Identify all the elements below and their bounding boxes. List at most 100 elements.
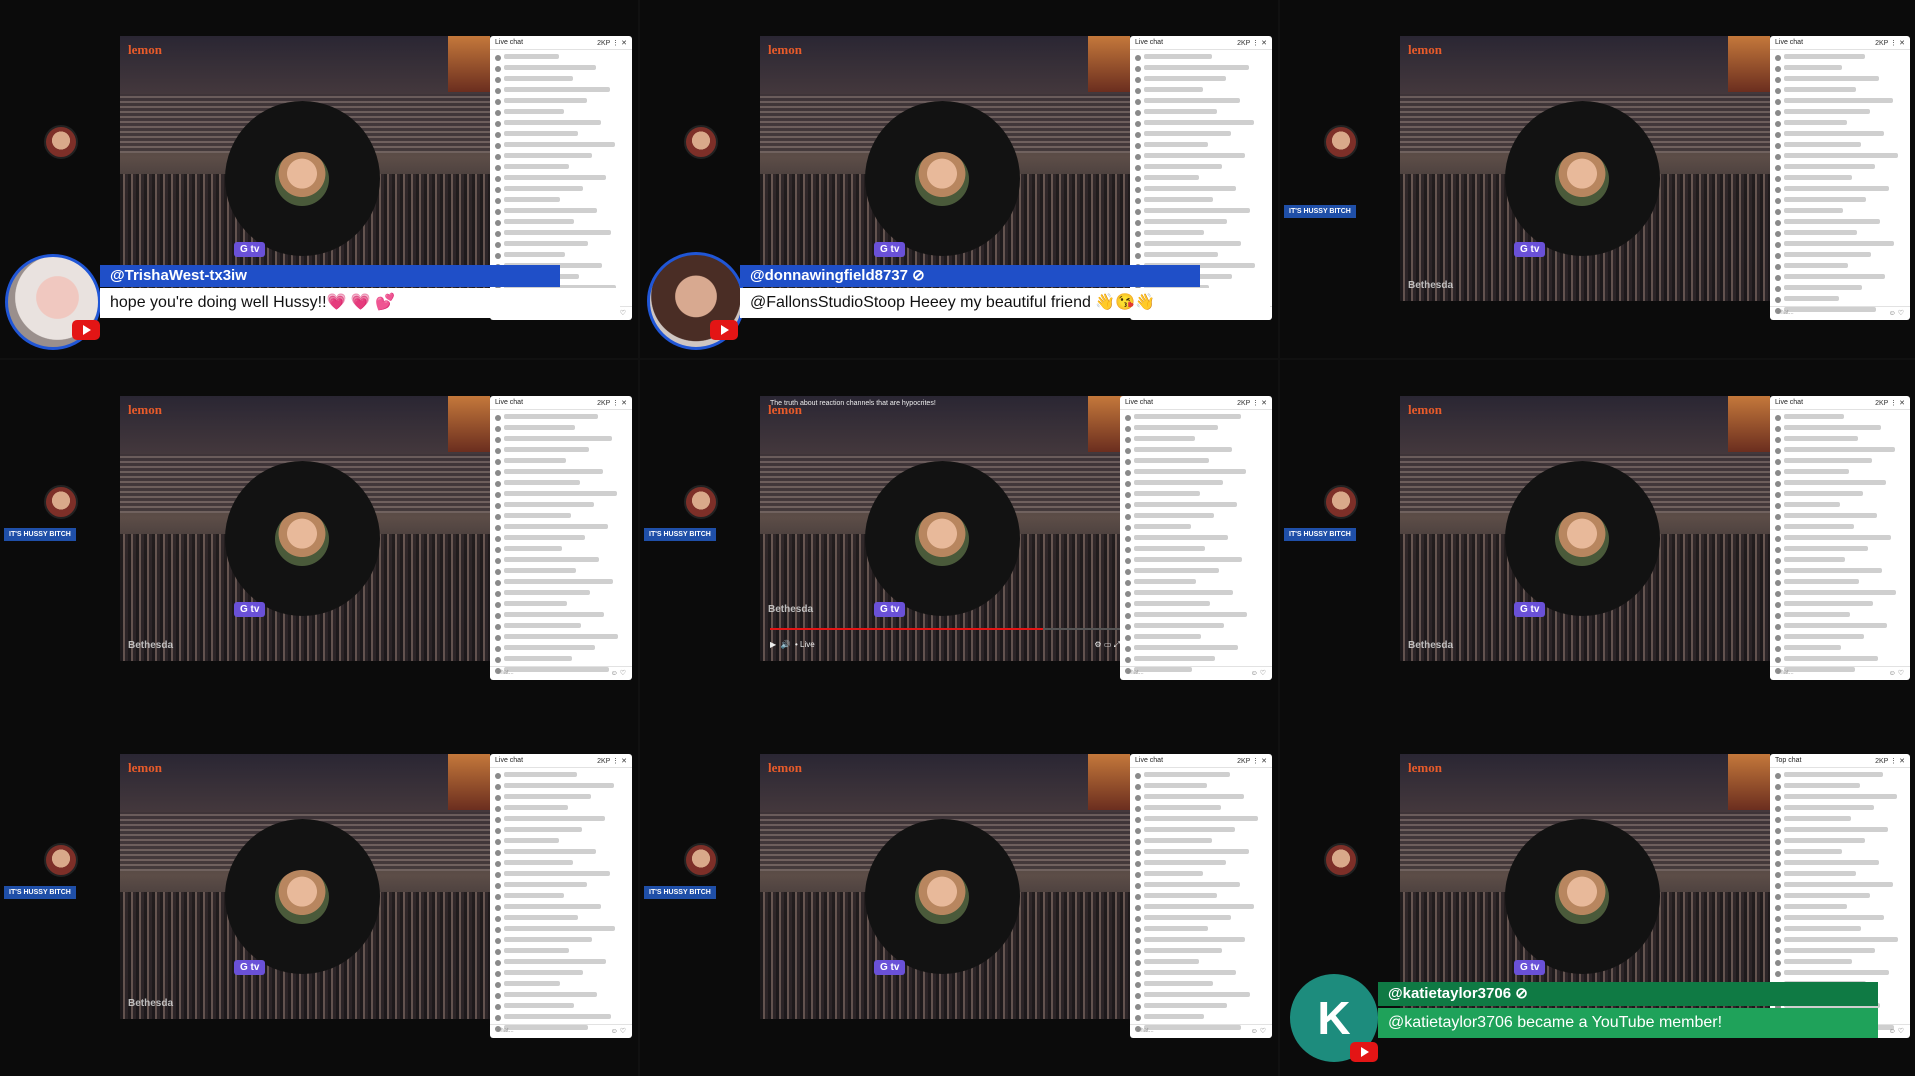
chat-messages bbox=[1120, 410, 1272, 680]
chat-header-actions[interactable]: 2KP ⋮ ✕ bbox=[597, 39, 627, 47]
chat-header-actions[interactable]: 2KP ⋮ ✕ bbox=[1237, 757, 1267, 765]
chat-mode-label[interactable]: Live chat bbox=[1135, 757, 1163, 764]
chat-input[interactable]: Chat...☺ ♡ bbox=[1130, 1024, 1272, 1038]
chat-message-text bbox=[1784, 447, 1895, 452]
live-chat-panel[interactable]: Live chat 2KP ⋮ ✕ Chat...☺ ♡ bbox=[1130, 754, 1272, 1038]
video-player[interactable]: lemon G tv Bethesda bbox=[120, 754, 490, 1019]
chat-user-avatar bbox=[1775, 657, 1781, 663]
brand-logo: lemon bbox=[1408, 760, 1442, 775]
video-player[interactable]: lemon G tv Bethesda bbox=[1400, 396, 1770, 661]
emoji-icon[interactable]: ☺ ♡ bbox=[611, 1027, 626, 1035]
chat-message-row bbox=[1775, 783, 1905, 790]
chat-header-actions[interactable]: 2KP ⋮ ✕ bbox=[1875, 757, 1905, 765]
chat-input[interactable]: Chat...☺ ♡ bbox=[490, 666, 632, 680]
chat-user-avatar bbox=[1775, 883, 1781, 889]
stream-grid: lemon G tv Live chat 2KP ⋮ ✕ Chat...☺ ♡ … bbox=[0, 0, 1915, 1076]
play-controls[interactable]: ▶ 🔊 • Live bbox=[770, 640, 815, 649]
chat-header[interactable]: Live chat 2KP ⋮ ✕ bbox=[490, 754, 632, 768]
chat-header-actions[interactable]: 2KP ⋮ ✕ bbox=[1237, 399, 1267, 407]
chat-user-avatar bbox=[1135, 817, 1141, 823]
live-chat-panel[interactable]: Live chat 2KP ⋮ ✕ Chat...☺ ♡ bbox=[1770, 396, 1910, 680]
emoji-icon[interactable]: ☺ ♡ bbox=[1889, 309, 1904, 317]
chat-input[interactable]: Chat...☺ ♡ bbox=[1770, 306, 1910, 320]
chat-header-actions[interactable]: 2KP ⋮ ✕ bbox=[1237, 39, 1267, 47]
emoji-icon[interactable]: ☺ ♡ bbox=[1889, 669, 1904, 677]
bethesda-watermark: Bethesda bbox=[768, 604, 814, 615]
video-player[interactable]: lemon G tv Bethesda bbox=[120, 396, 490, 661]
chat-header[interactable]: Live chat 2KP ⋮ ✕ bbox=[490, 396, 632, 410]
player-controls[interactable]: ▶ 🔊 • Live ⚙ ▭ ⤢ bbox=[760, 622, 1130, 661]
chat-message-text bbox=[1134, 524, 1191, 529]
chat-message-row bbox=[1775, 959, 1905, 966]
chat-header[interactable]: Live chat 2KP ⋮ ✕ bbox=[1120, 396, 1272, 410]
chat-header[interactable]: Top chat 2KP ⋮ ✕ bbox=[1770, 754, 1910, 768]
live-chat-panel[interactable]: Live chat 2KP ⋮ ✕ Chat...☺ ♡ bbox=[490, 754, 632, 1038]
progress-bar[interactable] bbox=[770, 628, 1120, 630]
chat-header[interactable]: Live chat 2KP ⋮ ✕ bbox=[490, 36, 632, 50]
chat-message-row bbox=[1775, 612, 1905, 619]
chat-input[interactable]: Chat...☺ ♡ bbox=[1120, 666, 1272, 680]
chat-user-avatar bbox=[495, 1004, 501, 1010]
chat-mode-label[interactable]: Live chat bbox=[1125, 399, 1153, 406]
chat-message-text bbox=[504, 557, 599, 562]
chat-user-avatar bbox=[1135, 77, 1141, 83]
chat-user-avatar bbox=[495, 154, 501, 160]
chat-message-text bbox=[504, 425, 575, 430]
chat-message-row bbox=[495, 480, 627, 487]
emoji-icon[interactable]: ☺ ♡ bbox=[1889, 1027, 1904, 1035]
chat-input[interactable]: Chat...☺ ♡ bbox=[490, 1024, 632, 1038]
chat-message-row bbox=[1775, 65, 1905, 72]
chat-user-avatar bbox=[1125, 481, 1131, 487]
chat-header-actions[interactable]: 2KP ⋮ ✕ bbox=[597, 757, 627, 765]
chat-user-avatar bbox=[1135, 839, 1141, 845]
chat-mode-label[interactable]: Top chat bbox=[1775, 757, 1801, 764]
chat-message-row bbox=[495, 772, 627, 779]
settings-controls[interactable]: ⚙ ▭ ⤢ bbox=[1094, 640, 1120, 650]
chat-header[interactable]: Live chat 2KP ⋮ ✕ bbox=[1770, 396, 1910, 410]
youtube-logo-icon bbox=[1350, 1042, 1378, 1062]
chat-mode-label[interactable]: Live chat bbox=[495, 39, 523, 46]
chat-message-row bbox=[1135, 871, 1267, 878]
chat-mode-label[interactable]: Live chat bbox=[495, 399, 523, 406]
chat-message-text bbox=[504, 882, 587, 887]
chat-input[interactable]: Chat...☺ ♡ bbox=[1770, 666, 1910, 680]
chat-user-avatar bbox=[1775, 66, 1781, 72]
chat-mode-label[interactable]: Live chat bbox=[1135, 39, 1163, 46]
chat-mode-label[interactable]: Live chat bbox=[1775, 39, 1803, 46]
chat-user-avatar bbox=[1775, 297, 1781, 303]
streamer-avatar bbox=[275, 152, 329, 206]
emoji-icon[interactable]: ☺ ♡ bbox=[1251, 669, 1266, 677]
chat-message-row bbox=[495, 524, 627, 531]
chat-message-text bbox=[1144, 186, 1236, 191]
chat-message-row bbox=[1775, 197, 1905, 204]
chat-messages bbox=[1130, 768, 1272, 1038]
live-chat-panel[interactable]: Live chat 2KP ⋮ ✕ Chat...☺ ♡ bbox=[1770, 36, 1910, 320]
video-player[interactable]: lemon G tv bbox=[760, 754, 1130, 1019]
chat-user-avatar bbox=[495, 77, 501, 83]
emoji-icon[interactable]: ☺ ♡ bbox=[611, 669, 626, 677]
chat-message-text bbox=[504, 480, 580, 485]
chat-message-text bbox=[1784, 645, 1841, 650]
live-chat-panel[interactable]: Live chat 2KP ⋮ ✕ Chat...☺ ♡ bbox=[490, 396, 632, 680]
chat-message-row bbox=[495, 186, 627, 193]
chat-message-text bbox=[1144, 882, 1240, 887]
video-player[interactable]: lemon G tv Bethesda bbox=[1400, 36, 1770, 301]
chat-header-actions[interactable]: 2KP ⋮ ✕ bbox=[1875, 39, 1905, 47]
chat-message-text bbox=[1134, 612, 1247, 617]
chat-mode-label[interactable]: Live chat bbox=[1775, 399, 1803, 406]
chat-message-row bbox=[1775, 535, 1905, 542]
chat-message-row bbox=[1135, 197, 1267, 204]
chat-message-text bbox=[504, 849, 596, 854]
chat-mode-label[interactable]: Live chat bbox=[495, 757, 523, 764]
chat-message-text bbox=[504, 87, 610, 92]
chat-header[interactable]: Live chat 2KP ⋮ ✕ bbox=[1130, 36, 1272, 50]
emoji-icon[interactable]: ☺ ♡ bbox=[1251, 1027, 1266, 1035]
chat-header-actions[interactable]: 2KP ⋮ ✕ bbox=[1875, 399, 1905, 407]
chat-message-row bbox=[495, 590, 627, 597]
chat-header-actions[interactable]: 2KP ⋮ ✕ bbox=[597, 399, 627, 407]
chat-message-text bbox=[1144, 805, 1221, 810]
live-chat-panel[interactable]: Live chat 2KP ⋮ ✕ Chat...☺ ♡ bbox=[1120, 396, 1272, 680]
streamer-avatar bbox=[1555, 870, 1609, 924]
chat-header[interactable]: Live chat 2KP ⋮ ✕ bbox=[1770, 36, 1910, 50]
chat-header[interactable]: Live chat 2KP ⋮ ✕ bbox=[1130, 754, 1272, 768]
